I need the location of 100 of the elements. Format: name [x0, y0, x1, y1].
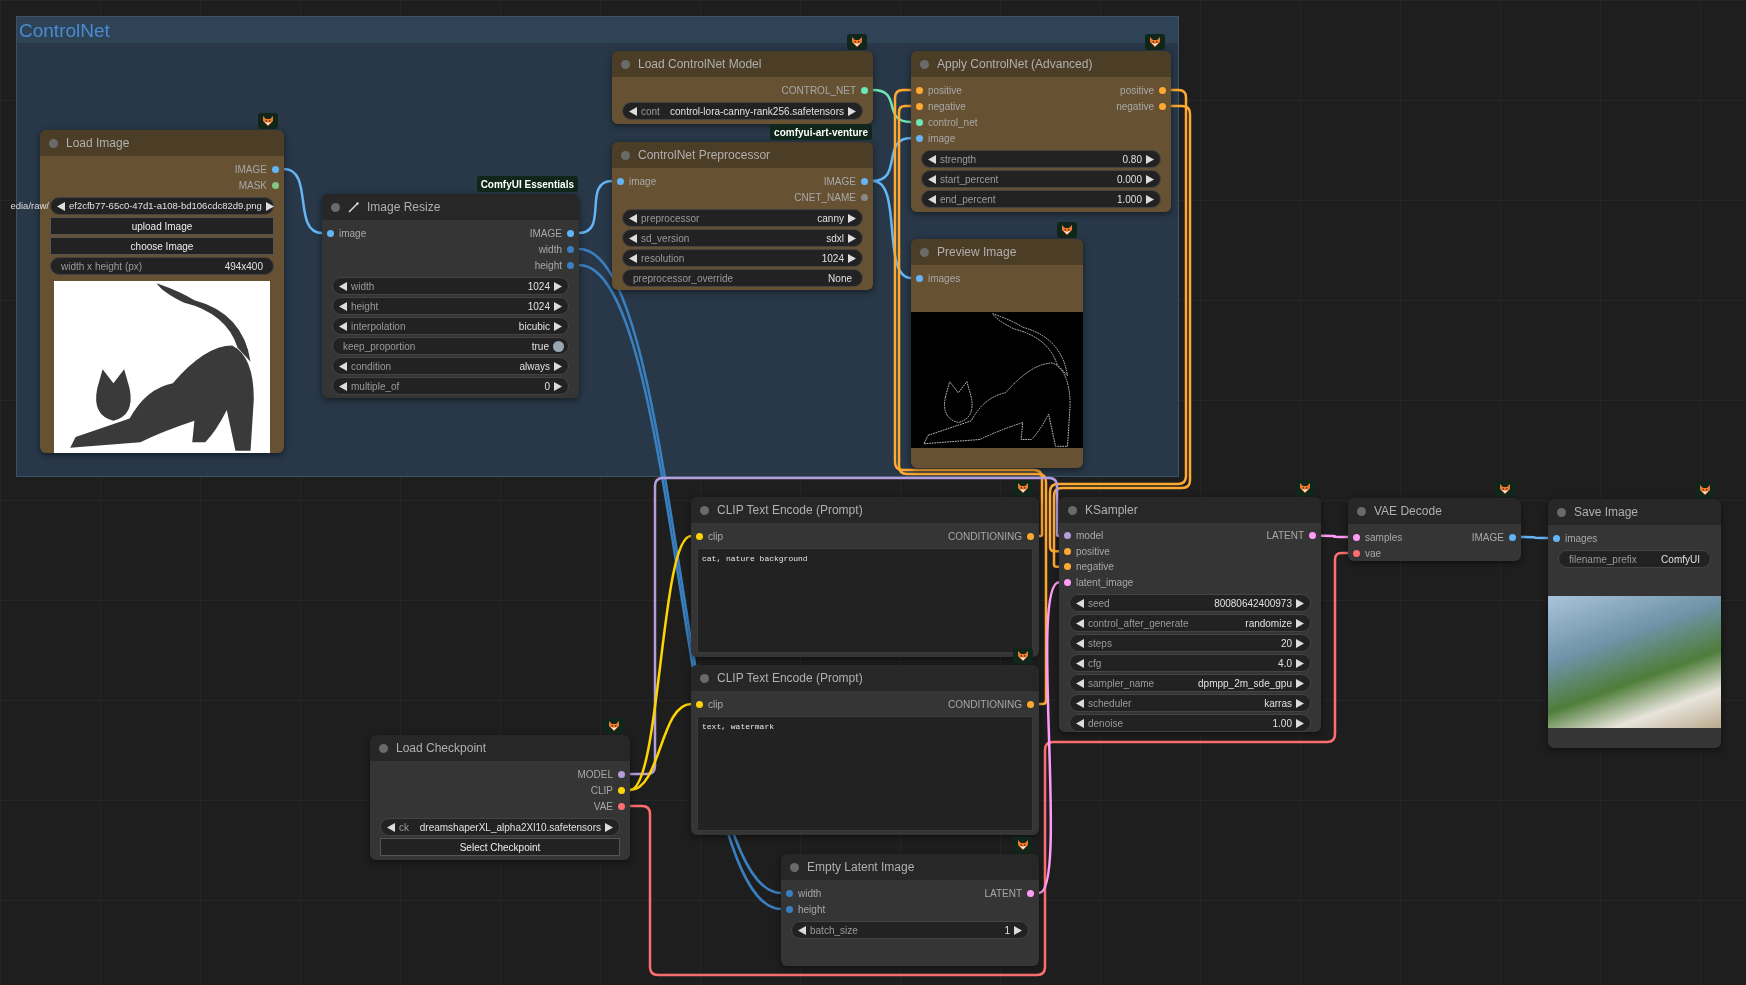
output-slot[interactable]: [1309, 532, 1316, 540]
slot-label: latent_image: [1076, 575, 1134, 590]
combo-field[interactable]: steps 20: [1069, 634, 1311, 652]
connection-wire[interactable]: [893, 88, 1044, 538]
combo-field[interactable]: multiple_of 0: [332, 377, 569, 395]
field-label: condition: [351, 359, 392, 374]
input-slot[interactable]: [617, 177, 624, 185]
output-slot[interactable]: [861, 86, 868, 94]
combo-field[interactable]: end_percent 1.000: [921, 190, 1161, 208]
slot-label: VAE: [593, 799, 613, 814]
arrow-left-icon[interactable]: [629, 106, 637, 116]
connection-wire[interactable]: [283, 167, 323, 235]
combo-field[interactable]: seed 80080642400973: [1069, 594, 1311, 612]
combo-field[interactable]: preprocessor canny: [622, 209, 863, 227]
output-slot[interactable]: [618, 770, 625, 778]
output-slot[interactable]: [272, 181, 279, 189]
text-field[interactable]: filename_prefix ComfyUI: [1558, 550, 1711, 568]
combo-field[interactable]: condition always: [332, 357, 569, 375]
arrow-left-icon[interactable]: [798, 925, 806, 935]
combo-field[interactable]: interpolation bicubic: [332, 317, 569, 335]
slot-label: images: [1565, 531, 1598, 546]
output-slot[interactable]: [618, 802, 625, 810]
combo-field[interactable]: control_after_generate randomize: [1069, 614, 1311, 632]
output-slot[interactable]: [1509, 533, 1516, 541]
input-slot[interactable]: [916, 102, 923, 110]
field-value: canny: [816, 211, 844, 226]
prompt-textarea[interactable]: cat, nature background: [697, 548, 1033, 653]
action-button[interactable]: upload Image: [50, 217, 274, 235]
node-badge: ComfyUI Essentials: [476, 176, 578, 192]
toggle-field[interactable]: keep_proportion true: [332, 337, 569, 355]
prompt-textarea[interactable]: text, watermark: [697, 716, 1033, 831]
node-title: Empty Latent Image: [807, 859, 915, 876]
connection-wire[interactable]: [1038, 581, 1060, 894]
input-slot[interactable]: [1553, 534, 1560, 542]
input-slot[interactable]: [696, 532, 703, 540]
action-button[interactable]: choose Image: [50, 237, 274, 255]
node-title: Save Image: [1574, 504, 1639, 521]
connection-wire[interactable]: [1321, 534, 1348, 539]
field-label: sd_version: [641, 231, 690, 246]
fox-icon: [1695, 482, 1715, 498]
field-value: dreamshaperXL_alpha2Xl10.safetensors: [418, 820, 601, 835]
connection-wire[interactable]: [630, 476, 1061, 776]
combo-field[interactable]: start_percent 0.000: [921, 170, 1161, 188]
action-button[interactable]: Select Checkpoint: [380, 838, 620, 856]
arrow-right-icon[interactable]: [1014, 925, 1022, 935]
arrow-right-icon[interactable]: [265, 201, 274, 211]
output-slot[interactable]: [1027, 700, 1034, 708]
input-slot[interactable]: [327, 229, 334, 237]
node-badge: comfyui-art-venture: [770, 124, 872, 140]
input-slot[interactable]: [916, 118, 923, 126]
input-slot[interactable]: [786, 889, 793, 897]
field-label: edia/raw/: [10, 198, 49, 213]
combo-field[interactable]: cont control-lora-canny-rank256.safetensors: [622, 102, 863, 120]
slot-label: control_net: [928, 115, 978, 130]
fox-icon: [1145, 34, 1165, 50]
combo-field[interactable]: resolution 1024: [622, 249, 863, 267]
input-slot[interactable]: [786, 905, 793, 913]
combo-field[interactable]: scheduler karras: [1069, 694, 1311, 712]
output-slot[interactable]: [1159, 102, 1166, 110]
input-slot[interactable]: [696, 700, 703, 708]
combo-field[interactable]: sampler_name dpmpp_2m_sde_gpu: [1069, 674, 1311, 692]
connection-wire[interactable]: [897, 104, 1048, 706]
field-label: end_percent: [940, 192, 996, 207]
combo-field[interactable]: cfg 4.0: [1069, 654, 1311, 672]
connection-wire[interactable]: [872, 179, 912, 280]
combo-field[interactable]: width 1024: [332, 277, 569, 295]
combo-field[interactable]: batch_size 1: [791, 921, 1029, 939]
input-slot[interactable]: [1064, 578, 1071, 586]
arrow-right-icon[interactable]: [605, 822, 613, 832]
connection-wire[interactable]: [578, 179, 613, 235]
combo-field[interactable]: denoise 1.00: [1069, 714, 1311, 732]
input-slot[interactable]: [1064, 532, 1071, 540]
output-slot[interactable]: [618, 786, 625, 794]
input-slot[interactable]: [1353, 533, 1360, 541]
arrow-left-icon[interactable]: [387, 822, 395, 832]
node-title: Preview Image: [937, 244, 1017, 261]
input-slot[interactable]: [916, 134, 923, 142]
field-label: sampler_name: [1088, 676, 1155, 691]
output-slot[interactable]: [1027, 532, 1034, 540]
input-slot[interactable]: [1353, 549, 1360, 557]
combo-field[interactable]: sd_version sdxl: [622, 229, 863, 247]
input-slot[interactable]: [916, 86, 923, 94]
arrow-right-icon[interactable]: [848, 106, 856, 116]
combo-field[interactable]: height 1024: [332, 297, 569, 315]
slot-label: positive: [1120, 83, 1154, 98]
arrow-left-icon[interactable]: [57, 201, 65, 211]
field-label: interpolation: [351, 319, 406, 334]
toggle-knob[interactable]: [553, 340, 564, 352]
combo-field[interactable]: strength 0.80: [921, 150, 1161, 168]
input-slot[interactable]: [916, 274, 923, 282]
combo-field[interactable]: ck dreamshaperXL_alpha2Xl10.safetensors: [380, 818, 620, 836]
output-slot[interactable]: [1159, 86, 1166, 94]
input-slot[interactable]: [1064, 563, 1071, 571]
node-title: CLIP Text Encode (Prompt): [717, 670, 863, 687]
input-slot[interactable]: [1064, 547, 1071, 555]
connection-wire[interactable]: [1521, 535, 1548, 540]
output-slot[interactable]: [567, 229, 574, 237]
output-slot[interactable]: [1027, 889, 1034, 897]
text-field[interactable]: width x height (px) 494x400: [50, 257, 274, 275]
text-field[interactable]: preprocessor_override None: [622, 269, 863, 287]
